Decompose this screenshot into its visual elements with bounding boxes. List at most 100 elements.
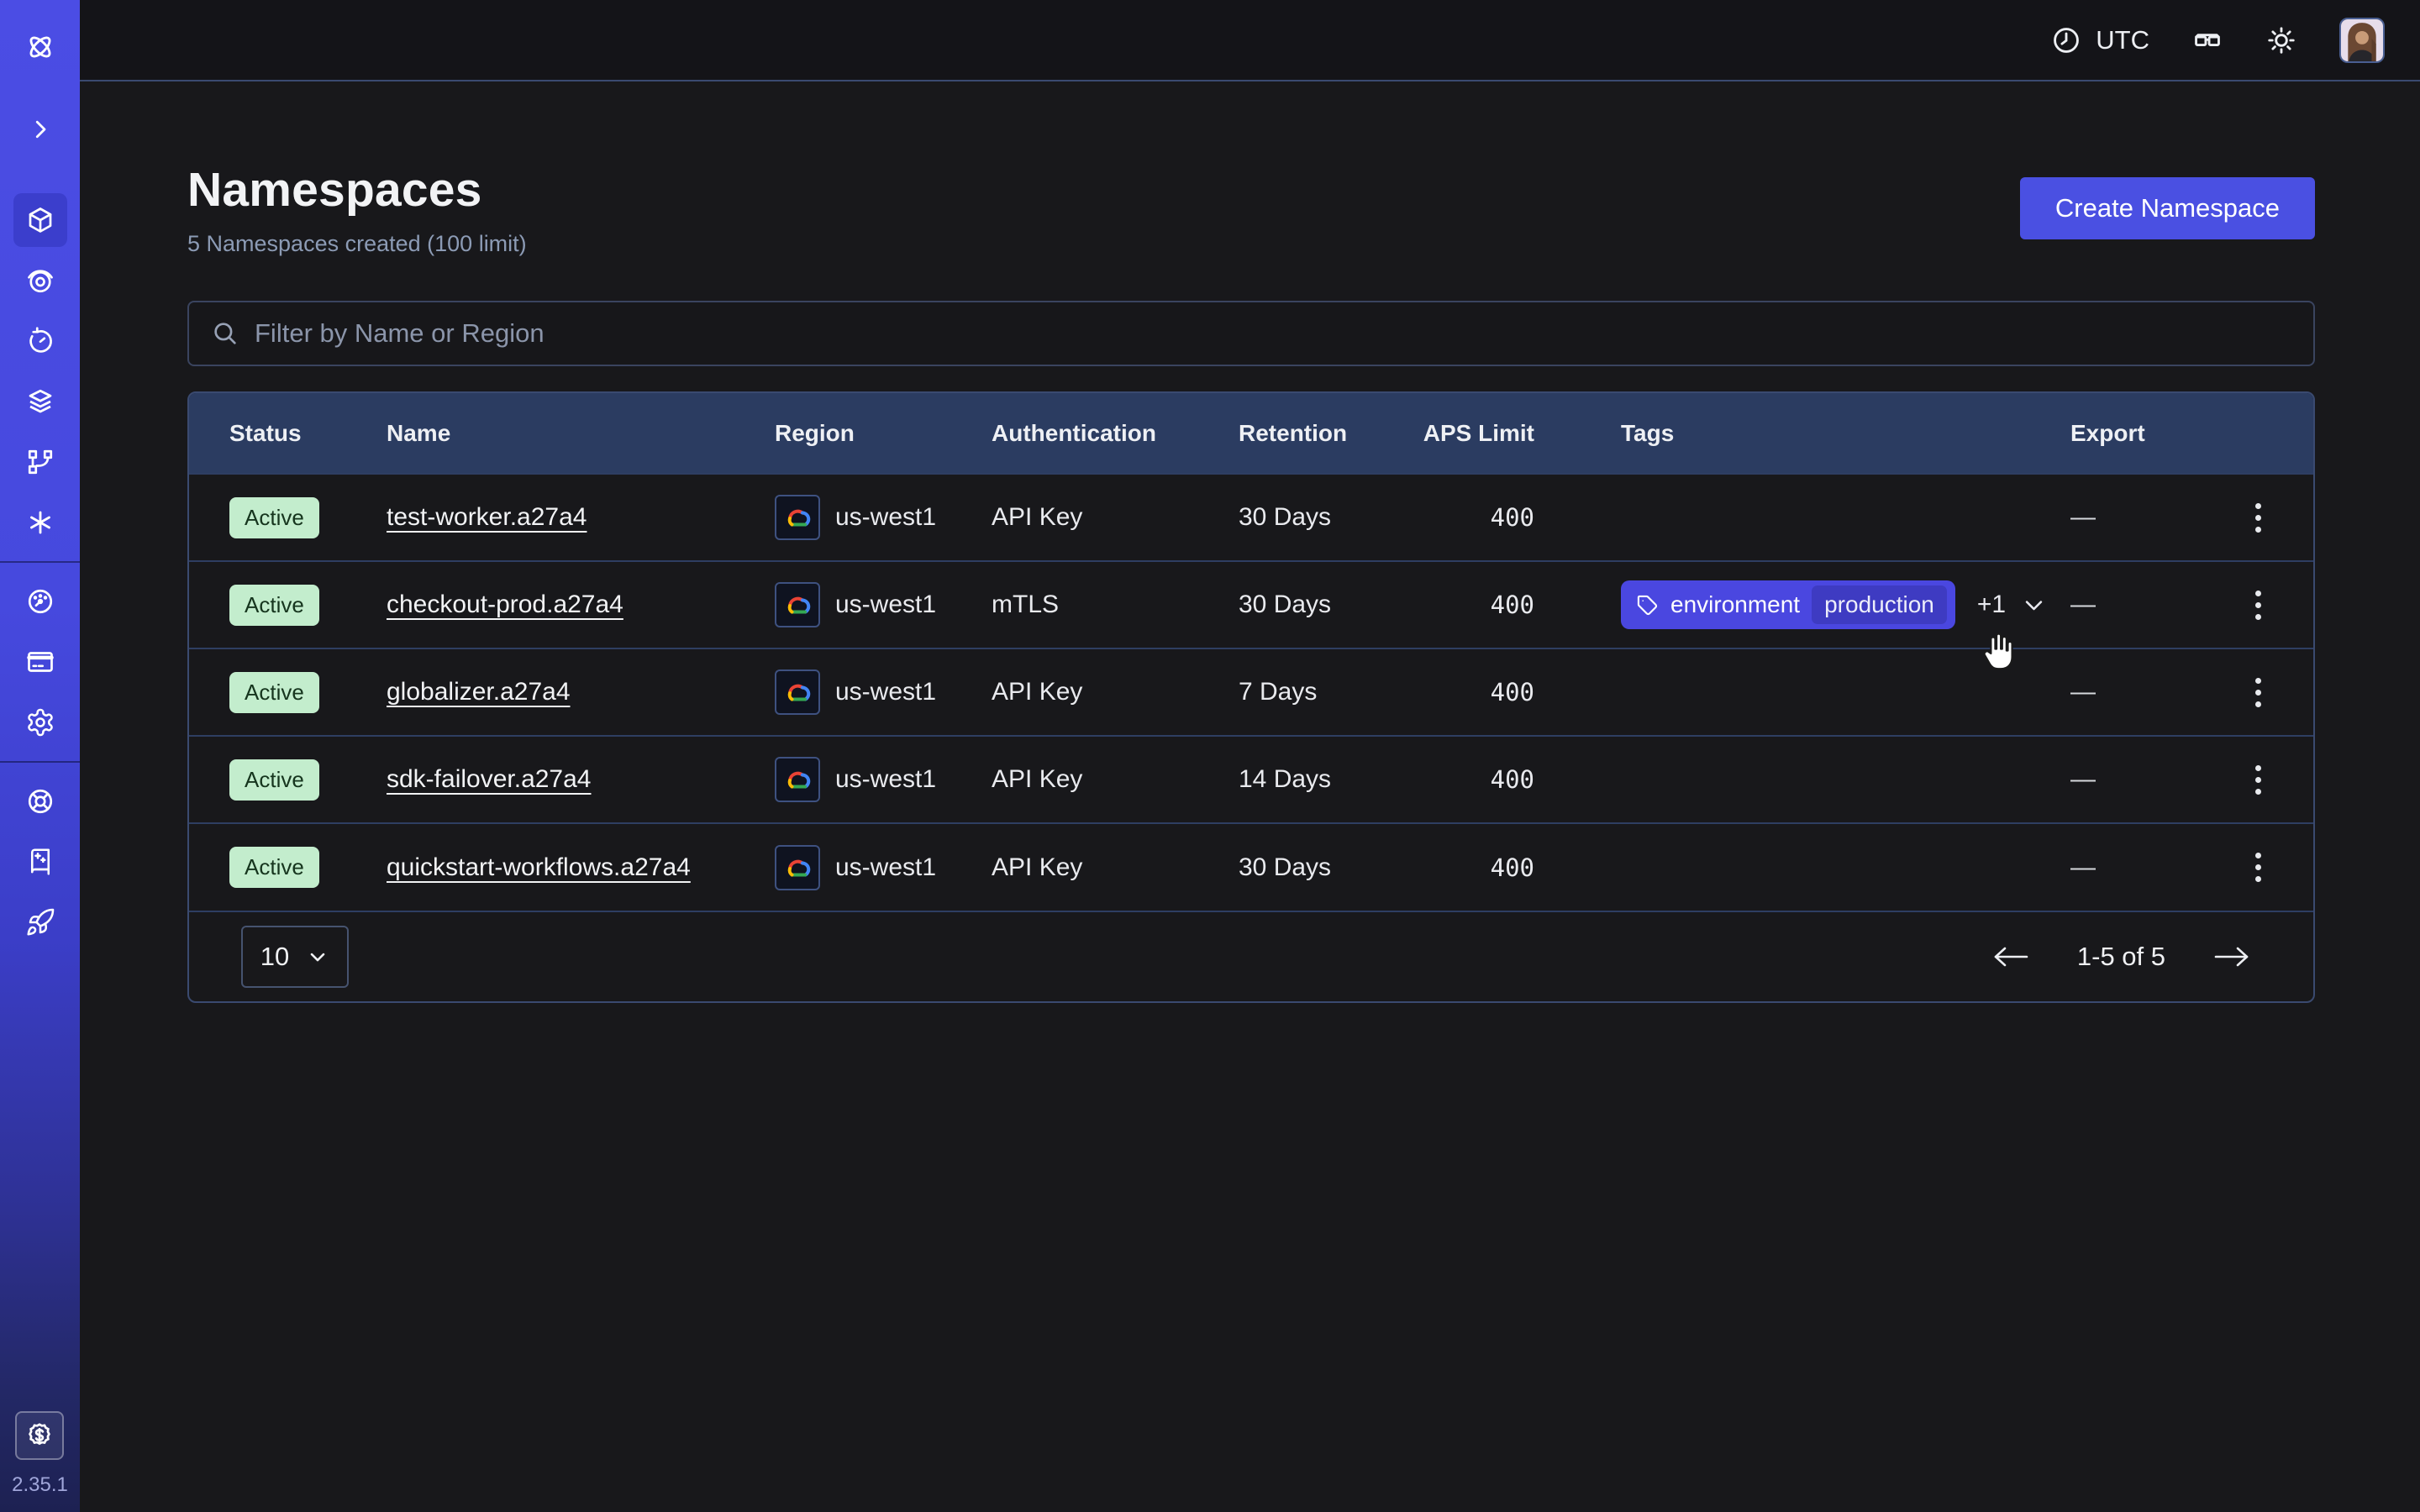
aps-limit-cell: 400 xyxy=(1392,474,1581,561)
aps-limit-cell: 400 xyxy=(1392,736,1581,823)
sidebar-nav-main xyxy=(13,193,67,549)
sidebar: 2.35.1 xyxy=(0,0,80,1512)
status-badge: Active xyxy=(229,759,319,801)
table-row: Active quickstart-workflows.a27a4 us-wes… xyxy=(189,823,2315,911)
gcp-region-icon xyxy=(775,495,820,540)
export-value: — xyxy=(2070,678,2096,706)
table-row: Active checkout-prod.a27a4 us-west1 mTLS… xyxy=(189,561,2315,648)
sidebar-divider xyxy=(0,761,80,763)
status-badge: Active xyxy=(229,847,319,888)
row-actions-kebab-button[interactable] xyxy=(2244,495,2273,541)
aps-limit-cell: 400 xyxy=(1392,561,1581,648)
table-pagination: 10 1-5 of 5 xyxy=(189,911,2313,1001)
gcp-region-icon xyxy=(775,845,820,890)
table-header-row: Status Name Region Authentication Retent… xyxy=(189,393,2315,474)
clock-icon xyxy=(2050,24,2082,56)
gcp-region-icon xyxy=(775,669,820,715)
namespace-link[interactable]: globalizer.a27a4 xyxy=(387,678,571,706)
retention-cell: 30 Days xyxy=(1198,561,1392,648)
sidebar-item-nexus[interactable] xyxy=(13,435,67,489)
region-label: us-west1 xyxy=(835,503,936,532)
timezone-label: UTC xyxy=(2096,25,2149,55)
sidebar-item-namespaces[interactable] xyxy=(13,193,67,247)
namespace-count-subtitle: 5 Namespaces created (100 limit) xyxy=(187,231,527,257)
row-actions-kebab-button[interactable] xyxy=(2244,844,2273,890)
col-retention: Retention xyxy=(1198,393,1392,474)
next-page-button[interactable] xyxy=(2212,942,2253,971)
auth-cell: API Key xyxy=(951,736,1198,823)
tag-icon xyxy=(1636,594,1659,617)
namespace-filter xyxy=(187,301,2315,366)
page-size-select[interactable]: 10 xyxy=(241,926,349,988)
timezone-selector[interactable]: UTC xyxy=(2050,24,2149,56)
namespaces-table: Status Name Region Authentication Retent… xyxy=(187,391,2315,1003)
region-label: us-west1 xyxy=(835,765,936,794)
sidebar-item-observability[interactable] xyxy=(13,254,67,307)
temporal-logo-icon[interactable] xyxy=(13,20,67,74)
credits-badge-button[interactable] xyxy=(15,1411,64,1460)
export-value: — xyxy=(2070,765,2096,794)
row-actions-kebab-button[interactable] xyxy=(2244,582,2273,628)
namespace-link[interactable]: test-worker.a27a4 xyxy=(387,503,587,531)
col-aps-limit: APS Limit xyxy=(1392,393,1581,474)
theme-toggle-sun-icon[interactable] xyxy=(2265,24,2297,56)
previous-page-button[interactable] xyxy=(1990,942,2030,971)
sidebar-item-docs[interactable] xyxy=(13,835,67,889)
row-actions-kebab-button[interactable] xyxy=(2244,757,2273,803)
table-row: Active sdk-failover.a27a4 us-west1 API K… xyxy=(189,736,2315,823)
col-region: Region xyxy=(734,393,951,474)
page-title: Namespaces xyxy=(187,162,527,218)
table-row: Active test-worker.a27a4 us-west1 API Ke… xyxy=(189,474,2315,561)
gcp-region-icon xyxy=(775,757,820,802)
accessibility-glasses-icon[interactable] xyxy=(2191,24,2223,56)
page-size-value: 10 xyxy=(260,942,289,972)
search-icon xyxy=(211,319,239,348)
sidebar-nav-help xyxy=(13,774,67,949)
region-label: us-west1 xyxy=(835,591,936,619)
sidebar-item-deployments[interactable] xyxy=(13,375,67,428)
retention-cell: 30 Days xyxy=(1198,474,1392,561)
export-value: — xyxy=(2070,503,2096,532)
retention-cell: 14 Days xyxy=(1198,736,1392,823)
status-badge: Active xyxy=(229,672,319,713)
tag-chip[interactable]: environment production xyxy=(1621,580,1955,629)
app-version: 2.35.1 xyxy=(12,1473,68,1497)
auth-cell: mTLS xyxy=(951,561,1198,648)
user-avatar[interactable] xyxy=(2339,18,2385,63)
search-input[interactable] xyxy=(255,318,2291,349)
sidebar-nav-account xyxy=(13,575,67,749)
sidebar-bottom: 2.35.1 xyxy=(12,1411,68,1512)
create-namespace-button[interactable]: Create Namespace xyxy=(2020,177,2315,239)
aps-limit-cell: 400 xyxy=(1392,648,1581,736)
sidebar-item-settings[interactable] xyxy=(13,696,67,749)
sidebar-divider xyxy=(0,561,80,563)
namespace-link[interactable]: quickstart-workflows.a27a4 xyxy=(387,853,691,881)
namespace-link[interactable]: sdk-failover.a27a4 xyxy=(387,765,592,793)
sidebar-item-support[interactable] xyxy=(13,774,67,828)
tag-key: environment xyxy=(1670,591,1800,618)
export-value: — xyxy=(2070,853,2096,882)
sidebar-item-schedules[interactable] xyxy=(13,314,67,368)
row-actions-kebab-button[interactable] xyxy=(2244,669,2273,716)
auth-cell: API Key xyxy=(951,474,1198,561)
auth-cell: API Key xyxy=(951,823,1198,911)
chevron-down-icon xyxy=(306,945,329,969)
sidebar-item-system[interactable] xyxy=(13,496,67,549)
tags-more-count[interactable]: +1 xyxy=(1977,591,2006,619)
auth-cell: API Key xyxy=(951,648,1198,736)
tags-expand-chevron-icon[interactable] xyxy=(2021,592,2047,618)
col-status: Status xyxy=(189,393,346,474)
region-label: us-west1 xyxy=(835,853,936,882)
retention-cell: 7 Days xyxy=(1198,648,1392,736)
sidebar-item-getting-started[interactable] xyxy=(13,895,67,949)
retention-cell: 30 Days xyxy=(1198,823,1392,911)
sidebar-collapse-chevron-icon[interactable] xyxy=(13,102,67,156)
col-tags: Tags xyxy=(1581,393,2030,474)
namespace-link[interactable]: checkout-prod.a27a4 xyxy=(387,591,623,618)
tag-value: production xyxy=(1812,585,1947,624)
export-value: — xyxy=(2070,591,2096,619)
region-label: us-west1 xyxy=(835,678,936,706)
sidebar-item-billing[interactable] xyxy=(13,635,67,689)
sidebar-item-usage[interactable] xyxy=(13,575,67,628)
topbar: UTC xyxy=(80,0,2420,81)
